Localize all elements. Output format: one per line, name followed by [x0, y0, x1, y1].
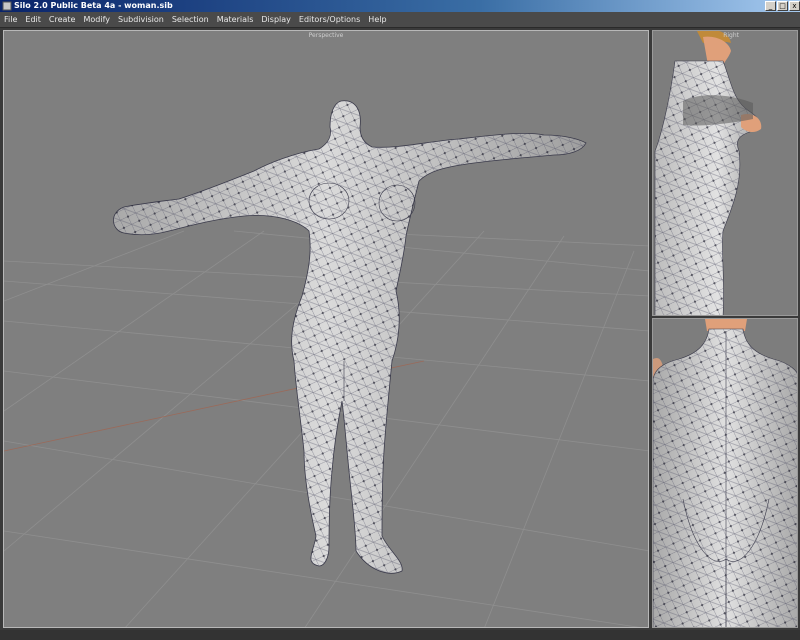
right-label: Right — [723, 32, 739, 39]
menu-file[interactable]: File — [0, 12, 21, 28]
status-bar — [0, 630, 800, 640]
menu-selection[interactable]: Selection — [168, 12, 213, 28]
right-scene[interactable] — [653, 31, 798, 316]
back-scene[interactable] — [653, 319, 798, 628]
menu-edit[interactable]: Edit — [21, 12, 45, 28]
menu-help[interactable]: Help — [364, 12, 390, 28]
female-base-mesh — [113, 100, 587, 574]
back-viewport[interactable] — [652, 318, 798, 628]
maximize-button[interactable]: □ — [777, 1, 788, 11]
menu-create[interactable]: Create — [45, 12, 80, 28]
app-icon — [2, 1, 12, 11]
perspective-viewport[interactable]: Perspective — [3, 30, 649, 628]
menu-editors-options[interactable]: Editors/Options — [295, 12, 364, 28]
minimize-button[interactable]: _ — [765, 1, 776, 11]
menu-modify[interactable]: Modify — [79, 12, 114, 28]
perspective-label: Perspective — [308, 32, 344, 39]
close-button[interactable]: x — [789, 1, 800, 11]
menu-display[interactable]: Display — [257, 12, 295, 28]
menu-materials[interactable]: Materials — [213, 12, 258, 28]
perspective-scene[interactable] — [4, 31, 649, 628]
window-title: Silo 2.0 Public Beta 4a - woman.sib — [14, 1, 173, 10]
menu-subdivision[interactable]: Subdivision — [114, 12, 168, 28]
title-bar: Silo 2.0 Public Beta 4a - woman.sib _ □ … — [0, 0, 800, 12]
menu-bar: File Edit Create Modify Subdivision Sele… — [0, 12, 800, 28]
right-viewport[interactable]: Right — [652, 30, 798, 316]
